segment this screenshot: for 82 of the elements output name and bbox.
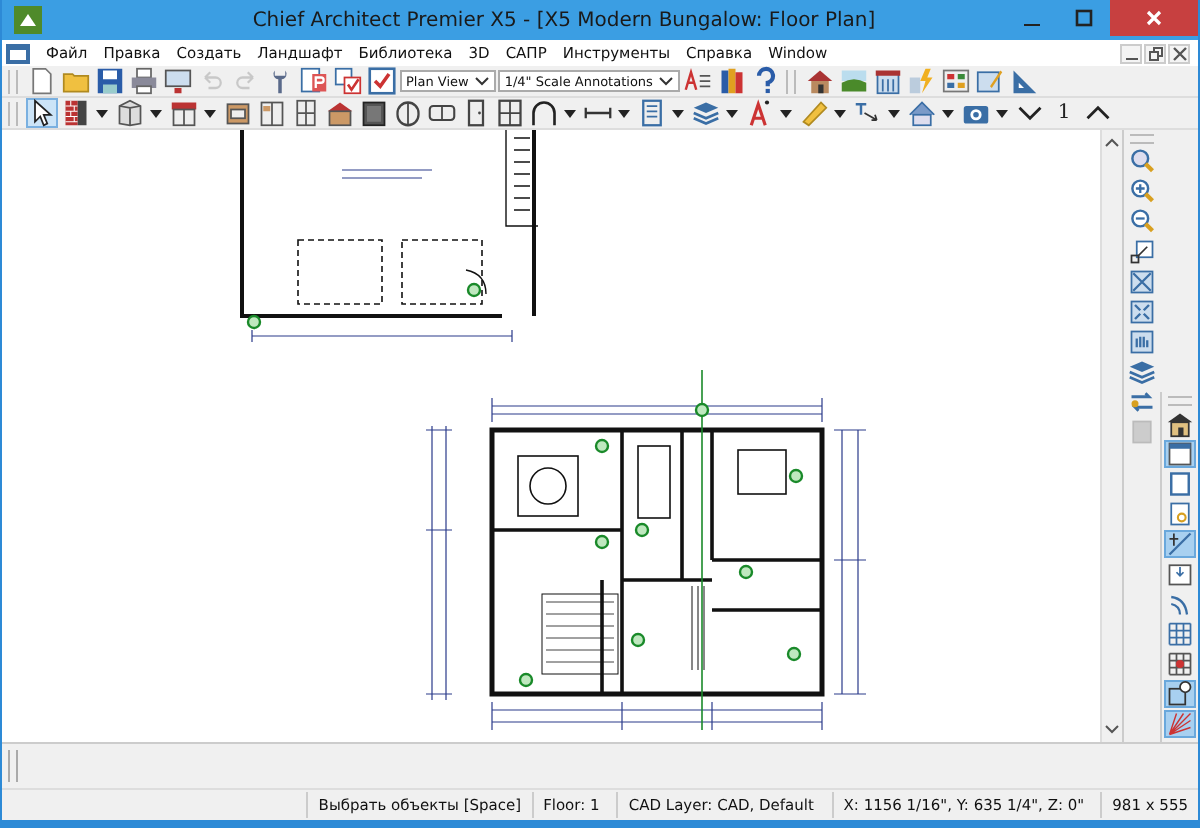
- swap-icon[interactable]: [1126, 388, 1158, 416]
- expand-icon[interactable]: [1126, 298, 1158, 326]
- minimize-icon: [1024, 23, 1040, 26]
- pencil-frame-icon[interactable]: [974, 66, 1007, 96]
- brick-wall-icon[interactable]: [60, 98, 92, 128]
- monitor-icon[interactable]: [162, 66, 194, 96]
- zoom-box-icon[interactable]: [1126, 238, 1158, 266]
- caret-icon[interactable]: [780, 109, 792, 117]
- table-icon[interactable]: [1164, 440, 1196, 468]
- stair-box-icon[interactable]: [636, 98, 668, 128]
- inbox-icon[interactable]: [1164, 560, 1196, 588]
- minimize-button[interactable]: [1120, 43, 1142, 63]
- maximize-icon: [1074, 8, 1094, 28]
- checkbox-icon[interactable]: [366, 66, 398, 96]
- tall-cabinet-icon[interactable]: [290, 98, 322, 128]
- window-title: Chief Architect Premier X5 - [X5 Modern Bungalow: Floor Plan]: [250, 9, 878, 31]
- toolbar-grip[interactable]: [8, 101, 18, 125]
- node-edit-icon[interactable]: [1164, 680, 1196, 708]
- wardrobe-icon[interactable]: [256, 98, 288, 128]
- number-button[interactable]: 1: [1048, 98, 1080, 128]
- printer-icon[interactable]: [128, 66, 160, 96]
- chevron-down-icon[interactable]: [474, 76, 491, 86]
- caret-icon[interactable]: [618, 109, 630, 117]
- app-logo-icon: [14, 6, 42, 34]
- vertical-scrollbar[interactable]: [1100, 130, 1122, 742]
- arrow-cursor-icon[interactable]: [26, 98, 58, 128]
- restore-icon: [1147, 45, 1163, 61]
- toolbar-grip[interactable]: [1168, 396, 1192, 406]
- books-icon[interactable]: [716, 66, 749, 96]
- roof-box-icon[interactable]: [324, 98, 356, 128]
- caret-icon[interactable]: [672, 109, 684, 117]
- toolbar-grip[interactable]: [8, 750, 18, 782]
- restore-button[interactable]: [1144, 43, 1166, 63]
- close-button[interactable]: [1168, 43, 1190, 63]
- caret-icon[interactable]: [834, 109, 846, 117]
- caret-icon[interactable]: [564, 109, 576, 117]
- zoom-out-icon[interactable]: [1126, 208, 1158, 236]
- checklist-icon[interactable]: [332, 66, 364, 96]
- text-list-icon[interactable]: [682, 66, 715, 96]
- toolbar-grip[interactable]: [1130, 134, 1154, 144]
- document-p-icon[interactable]: [298, 66, 330, 96]
- grid-icon[interactable]: [1164, 620, 1196, 648]
- chevron-down-icon[interactable]: [658, 76, 675, 86]
- arch-icon[interactable]: [528, 98, 560, 128]
- triangle-icon[interactable]: [1008, 66, 1041, 96]
- caret-icon[interactable]: [726, 109, 738, 117]
- grid-dot-icon[interactable]: [1164, 650, 1196, 678]
- scroll-up-icon[interactable]: [1104, 136, 1121, 148]
- caret-icon[interactable]: [204, 109, 216, 117]
- building-icon[interactable]: [872, 66, 905, 96]
- page-ring-icon[interactable]: [1164, 500, 1196, 528]
- close-icon: [1144, 8, 1164, 28]
- dark-panel-icon[interactable]: [358, 98, 390, 128]
- caret-icon[interactable]: [96, 109, 108, 117]
- landscape-icon[interactable]: [838, 66, 871, 96]
- close-button[interactable]: [1110, 0, 1198, 36]
- house-roof-icon[interactable]: [906, 98, 938, 128]
- caret-icon[interactable]: [996, 109, 1008, 117]
- round-window-icon[interactable]: [392, 98, 424, 128]
- shelf-cabinet-icon[interactable]: [168, 98, 200, 128]
- layers-icon[interactable]: [1126, 358, 1158, 386]
- square-icon[interactable]: [1164, 470, 1196, 498]
- minimize-icon: [1125, 57, 1137, 59]
- house-icon[interactable]: [804, 66, 837, 96]
- close-icon: [1171, 45, 1187, 61]
- caret-icon[interactable]: [150, 109, 162, 117]
- document-window-icon[interactable]: [6, 43, 30, 63]
- scroll-down-icon[interactable]: [1104, 724, 1121, 736]
- zoom-in-icon[interactable]: [1126, 178, 1158, 206]
- layers-icon[interactable]: [690, 98, 722, 128]
- double-door-icon[interactable]: [494, 98, 526, 128]
- caret-icon[interactable]: [888, 109, 900, 117]
- grid-panel-icon[interactable]: [940, 66, 973, 96]
- toolbar-grip[interactable]: [786, 69, 797, 93]
- caret-icon[interactable]: [942, 109, 954, 117]
- fit-window-icon[interactable]: [1126, 268, 1158, 296]
- house-door-icon[interactable]: [1164, 410, 1196, 438]
- pencil-line-icon[interactable]: [1164, 530, 1196, 558]
- toolbar-grip[interactable]: [8, 69, 18, 93]
- box-cabinet-icon[interactable]: [222, 98, 254, 128]
- zoom-icon[interactable]: [1126, 148, 1158, 176]
- cabinet-icon[interactable]: [114, 98, 146, 128]
